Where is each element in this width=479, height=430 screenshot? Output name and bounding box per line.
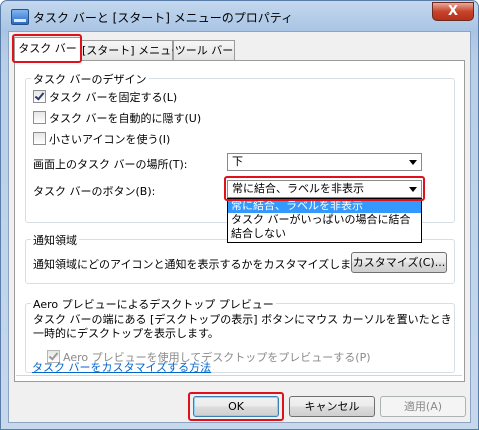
- taskbar-buttons-dropdown: 常に結合、ラベルを非表示 タスク バーがいっぱいの場合に結合 結合しない: [227, 198, 422, 243]
- close-button[interactable]: X: [432, 2, 474, 21]
- option-label: タスク バーを自動的に隠す(U): [49, 112, 202, 125]
- tab-taskbar[interactable]: タスク バー: [14, 37, 81, 61]
- lock-taskbar-option[interactable]: タスク バーを固定する(L): [33, 89, 177, 105]
- cancel-label: キャンセル: [304, 400, 360, 413]
- taskbar-app-icon: [11, 9, 29, 25]
- small-icons-option[interactable]: 小さいアイコンを使う(I): [33, 131, 170, 147]
- option-label: タスク バーを固定する(L): [49, 91, 178, 104]
- title-bar[interactable]: タスク バーと [スタート] メニューのプロパティ X: [1, 1, 478, 31]
- apply-button[interactable]: 適用(A): [380, 396, 466, 417]
- dialog-client: タスク バー [スタート] メニュー ツール バー タスク バーのデザイン タス…: [8, 31, 471, 423]
- tab-start-menu[interactable]: [スタート] メニュー: [81, 40, 182, 60]
- dropdown-option[interactable]: 結合しない: [228, 227, 421, 241]
- aero-description-line: 一時的にデスクトップを表示します。: [33, 327, 219, 340]
- tab-label: [スタート] メニュー: [82, 44, 183, 57]
- tab-label: タスク バー: [18, 42, 77, 55]
- location-value: 下: [232, 155, 243, 168]
- tab-label: ツール バー: [174, 44, 234, 57]
- lock-taskbar-checkbox[interactable]: [33, 90, 46, 103]
- ok-label: OK: [228, 400, 244, 413]
- option-label: 小さいアイコンを使う(I): [49, 133, 171, 146]
- window-title: タスク バーと [スタート] メニューのプロパティ: [33, 11, 294, 25]
- chevron-down-icon: [409, 160, 417, 165]
- taskbar-buttons-select[interactable]: 常に結合、ラベルを非表示: [227, 180, 422, 198]
- design-group-label: タスク バーのデザイン: [31, 71, 149, 87]
- help-divider: [16, 375, 462, 376]
- tab-toolbars[interactable]: ツール バー: [173, 40, 235, 60]
- customize-button[interactable]: カスタマイズ(C)...: [351, 252, 447, 273]
- aero-group-label: Aero プレビューによるデスクトップ プレビュー: [31, 296, 276, 312]
- help-link[interactable]: タスク バーをカスタマイズする方法: [32, 359, 211, 375]
- taskbar-tab-panel: タスク バーのデザイン タスク バーを固定する(L) タスク バーを自動的に隠す…: [14, 60, 465, 382]
- cancel-button[interactable]: キャンセル: [289, 396, 375, 417]
- autohide-checkbox[interactable]: [33, 111, 46, 124]
- aero-description-line: タスク バーの端にある [デスクトップの表示] ボタンにマウス カーソルを置いた…: [33, 313, 453, 326]
- dropdown-option[interactable]: 常に結合、ラベルを非表示: [228, 199, 421, 213]
- buttons-value: 常に結合、ラベルを非表示: [232, 182, 364, 195]
- location-select[interactable]: 下: [227, 153, 422, 171]
- notify-description: 通知領域にどのアイコンと通知を表示するかをカスタマイズします。: [33, 256, 353, 272]
- autohide-taskbar-option[interactable]: タスク バーを自動的に隠す(U): [33, 110, 201, 126]
- apply-label: 適用(A): [403, 400, 443, 413]
- close-icon: X: [447, 4, 459, 19]
- notify-description-text: 通知領域にどのアイコンと通知を表示するかをカスタマイズします。: [33, 258, 353, 271]
- ok-button[interactable]: OK: [193, 396, 279, 417]
- aero-description: タスク バーの端にある [デスクトップの表示] ボタンにマウス カーソルを置いた…: [33, 313, 453, 341]
- notify-group-label: 通知領域: [31, 232, 79, 248]
- customize-label: カスタマイズ(C)...: [352, 256, 446, 269]
- dropdown-option[interactable]: タスク バーがいっぱいの場合に結合: [228, 213, 421, 227]
- chevron-down-icon: [409, 187, 417, 192]
- location-label: 画面上のタスク バーの場所(T):: [33, 158, 188, 171]
- buttons-label: タスク バーのボタン(B):: [33, 185, 156, 198]
- small-icons-checkbox[interactable]: [33, 132, 46, 145]
- properties-window: タスク バーと [スタート] メニューのプロパティ X タスク バー [スタート…: [0, 0, 479, 430]
